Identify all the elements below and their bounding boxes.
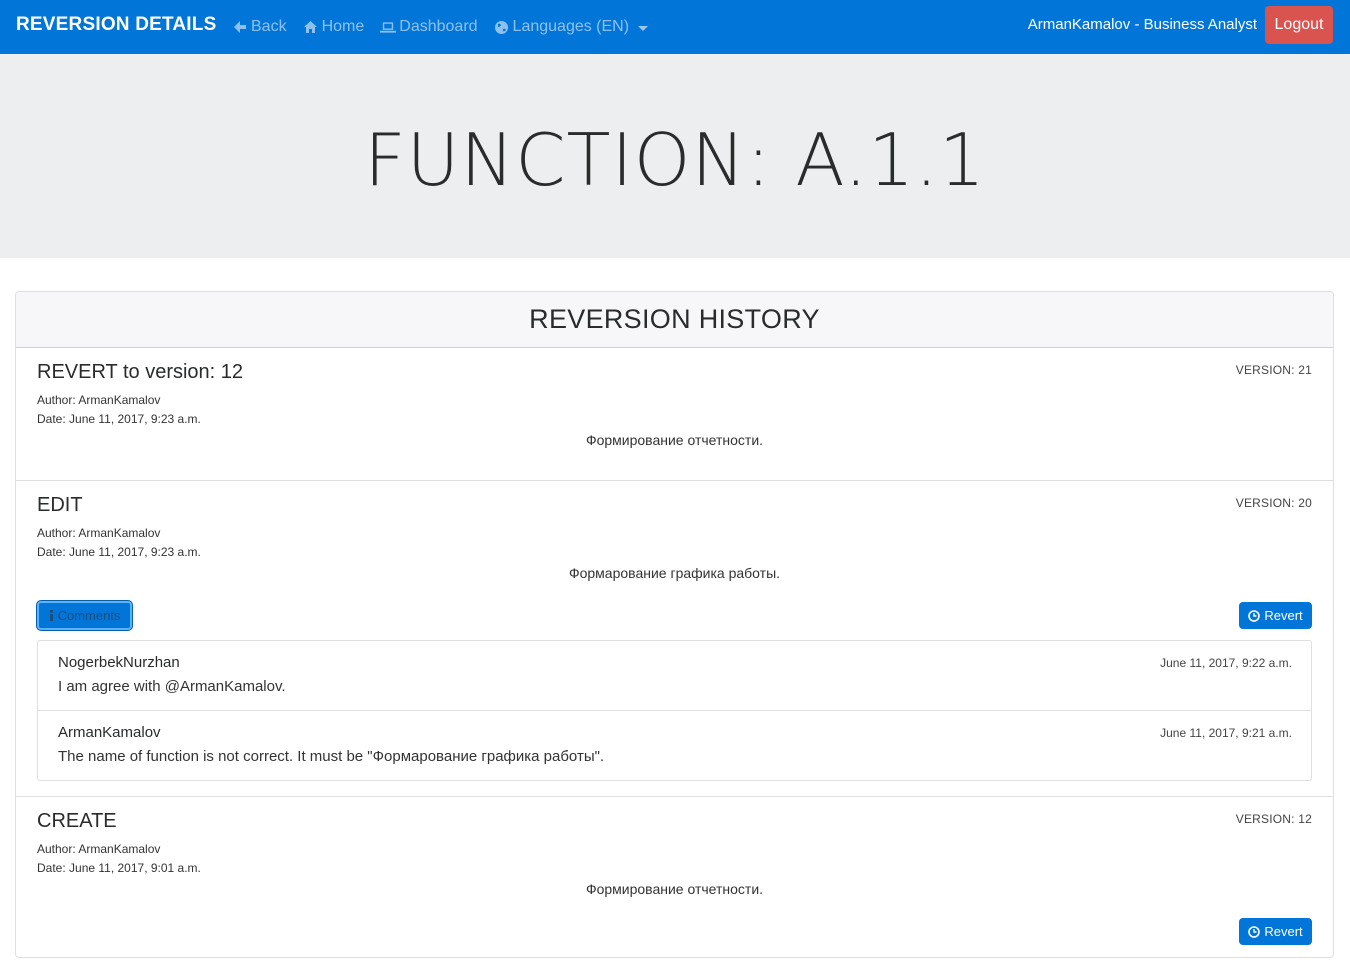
nav-languages-dropdown[interactable]: Languages (EN): [494, 18, 649, 36]
page-title: FUNCTION: A.1.1: [364, 118, 986, 202]
comments-button-label: Comments: [57, 608, 121, 623]
revision-author: Author: ArmanKamalov: [37, 393, 161, 407]
clock-icon: [1248, 609, 1261, 622]
nav-home-label: Home: [321, 18, 365, 35]
nav-links: Back Home Dashboard Languages (EN): [232, 0, 664, 54]
arrow-left-icon: [232, 19, 248, 35]
globe-icon: [494, 19, 510, 35]
top-navbar: REVERSION DETAILS Back Home Dashboard La…: [0, 0, 1350, 54]
revision-version: VERSION: 12: [1235, 812, 1312, 826]
reversion-history-card: REVERSION HISTORY REVERT to version: 12 …: [15, 291, 1334, 958]
laptop-icon: [380, 19, 397, 35]
comment-text: I am agree with @ArmanKamalov.: [58, 678, 286, 695]
comment-text: The name of function is not correct. It …: [58, 748, 605, 765]
revision-date: Date: June 11, 2017, 9:23 a.m.: [37, 545, 201, 559]
nav-back-label: Back: [251, 18, 287, 35]
card-title: REVERSION HISTORY: [529, 304, 820, 334]
nav-dashboard-label: Dashboard: [399, 18, 478, 35]
page-header: FUNCTION: A.1.1: [0, 54, 1350, 258]
revision-version: VERSION: 21: [1235, 363, 1312, 377]
revision-author: Author: ArmanKamalov: [37, 842, 161, 856]
revision-description: Формарование графика работы.: [568, 565, 781, 581]
revision-author: Author: ArmanKamalov: [37, 526, 161, 540]
comments-button[interactable]: Comments: [37, 601, 132, 630]
revision-title: EDIT: [37, 494, 83, 516]
nav-dashboard-link[interactable]: Dashboard: [380, 18, 478, 36]
revision-title: CREATE: [37, 810, 117, 832]
revert-button[interactable]: Revert: [1239, 918, 1312, 945]
comment-date: June 11, 2017, 9:22 a.m.: [1160, 656, 1292, 670]
user-info: ArmanKamalov - Business Analyst: [1027, 16, 1257, 33]
info-icon: [49, 610, 53, 621]
revision-date: Date: June 11, 2017, 9:01 a.m.: [37, 861, 201, 875]
nav-home-link[interactable]: Home: [303, 18, 365, 36]
revert-button[interactable]: Revert: [1239, 602, 1312, 629]
revision-description: Формирование отчетности.: [585, 432, 764, 448]
revision-title: REVERT to version: 12: [37, 361, 244, 383]
revision-item: REVERT to version: 12 VERSION: 21 Author…: [16, 348, 1333, 481]
revert-button-label: Revert: [1264, 924, 1303, 939]
comment-author: NogerbekNurzhan: [58, 654, 180, 671]
brand-title[interactable]: REVERSION DETAILS: [16, 14, 216, 36]
chevron-down-icon: [638, 25, 649, 31]
nav-back-link[interactable]: Back: [232, 18, 287, 36]
comment-date: June 11, 2017, 9:21 a.m.: [1160, 726, 1292, 740]
revision-date: Date: June 11, 2017, 9:23 a.m.: [37, 412, 201, 426]
comment-item: NogerbekNurzhan June 11, 2017, 9:22 a.m.…: [38, 641, 1311, 711]
nav-languages-label: Languages (EN): [512, 18, 630, 35]
card-header: REVERSION HISTORY: [16, 292, 1333, 348]
revision-item: EDIT VERSION: 20 Author: ArmanKamalov Da…: [16, 481, 1333, 797]
comments-list: NogerbekNurzhan June 11, 2017, 9:22 a.m.…: [37, 640, 1312, 781]
comment-item: ArmanKamalov June 11, 2017, 9:21 a.m. Th…: [38, 711, 1311, 781]
revision-version: VERSION: 20: [1235, 496, 1312, 510]
revert-button-label: Revert: [1264, 608, 1303, 623]
home-icon: [303, 19, 319, 35]
logout-button[interactable]: Logout: [1265, 6, 1333, 44]
comment-author: ArmanKamalov: [58, 724, 161, 741]
clock-icon: [1248, 925, 1261, 938]
revision-item: CREATE VERSION: 12 Author: ArmanKamalov …: [16, 797, 1333, 957]
revision-description: Формирование отчетности.: [585, 881, 764, 897]
